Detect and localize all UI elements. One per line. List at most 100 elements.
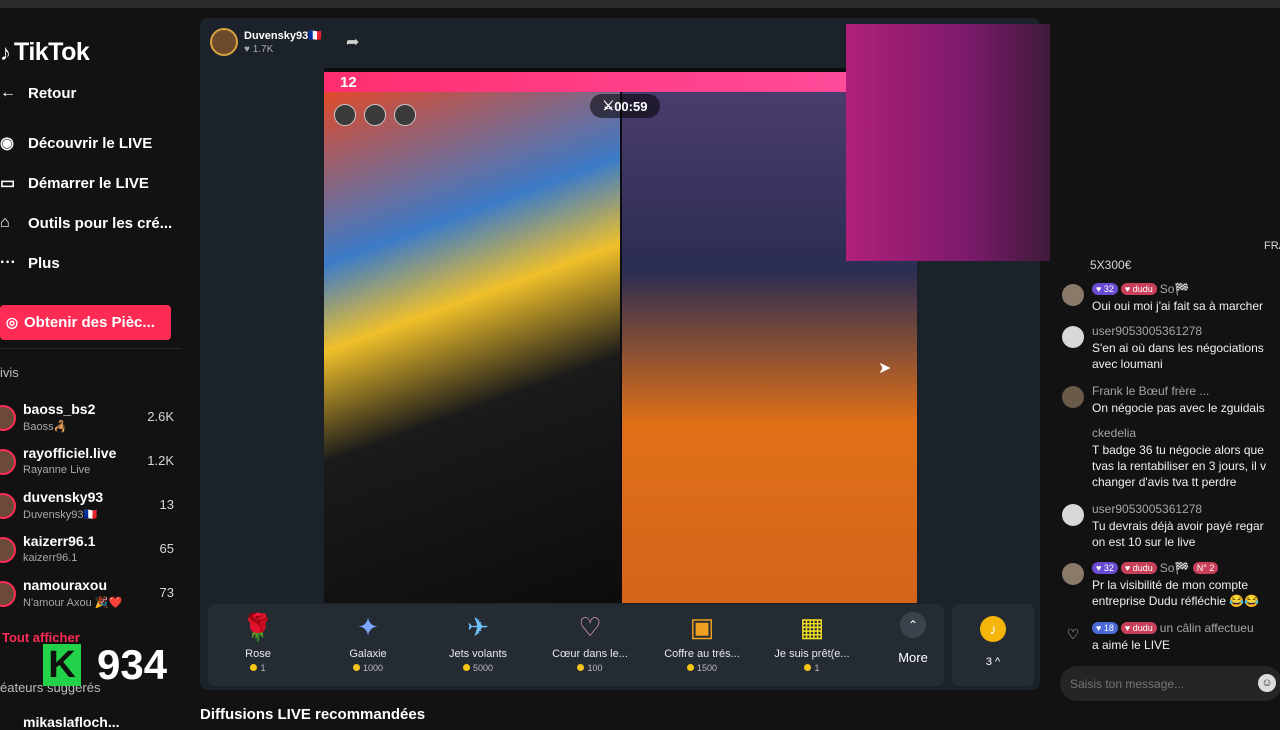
tiktok-note-icon: ♪ (0, 40, 11, 65)
fan-badge: ♥ dudu (1120, 562, 1157, 574)
nav-discover-live[interactable]: ◉ Découvrir le LIVE (0, 128, 190, 158)
chat-text: S'en ai où dans les négociations (1092, 341, 1264, 355)
host-avatar (210, 28, 238, 56)
creator-tools-icon: ⌂ (0, 214, 10, 231)
chat-text: T badge 36 tu négocie alors que (1092, 443, 1264, 457)
nav-start-live[interactable]: ▭ Démarrer le LIVE (0, 168, 190, 198)
heart-hands-icon: ♡ (578, 612, 602, 642)
live-video[interactable]: 12 ⚔ 00:59 (324, 68, 917, 603)
nav-back[interactable]: ← Retour (0, 78, 190, 108)
battle-score: 12 (340, 74, 357, 91)
avatar (1062, 504, 1084, 526)
gift-jets[interactable]: ✈ Jets volants 5000 (428, 612, 528, 682)
gift-rose[interactable]: 🌹 Rose 1 (208, 612, 308, 682)
emoji-icon[interactable]: ☺ (1258, 674, 1276, 692)
chat-username[interactable]: user9053005361278 (1092, 324, 1202, 338)
chat-text: On négocie pas avec le zguidais (1092, 401, 1265, 415)
chat-text: Tu devrais déjà avoir payé regar (1092, 519, 1264, 533)
coin-icon: ◎ (5, 314, 19, 330)
chat-partial-text: 5X300€ (1090, 258, 1132, 272)
avatar (0, 405, 16, 431)
share-icon[interactable]: ➦ (346, 32, 359, 52)
avatar (1062, 428, 1084, 450)
chat-text: avec loumani (1092, 357, 1163, 371)
divider (0, 348, 180, 349)
heart-icon: ♡ (1066, 626, 1080, 642)
following-item[interactable]: kaizerr96.1 kaizerr96.1 65 (0, 533, 180, 573)
coin-icon (804, 664, 812, 671)
gift-heart-hands[interactable]: ♡ Cœur dans le... 100 (540, 612, 640, 682)
chat-text: Pr la visibilité de mon compte (1092, 578, 1249, 592)
following-item[interactable]: rayofficiel.live Rayanne Live 1.2K (0, 445, 180, 485)
gift-treasure-chest[interactable]: ▣ Coffre au trés... 1500 (652, 612, 752, 682)
chat-username[interactable]: So🏁 (1160, 561, 1190, 575)
chevron-up-icon: ⌃ (900, 612, 926, 638)
gift-bar: 🌹 Rose 1 ✦ Galaxie 1000 ✈ Jets volants 5… (208, 604, 944, 686)
camera-icon: ▭ (0, 175, 16, 192)
coin-icon (462, 664, 470, 671)
more-dots-icon: ··· (0, 254, 16, 271)
following-item[interactable]: baoss_bs2 Baoss🦂 2.6K (0, 401, 180, 441)
coin-icon (577, 664, 585, 671)
battle-timer: ⚔ 00:59 (590, 94, 660, 118)
host-likes: ♥ 1.7K (244, 44, 274, 55)
chat-text: on est 10 sur le live (1092, 535, 1196, 549)
chat-text: Oui oui moi j'ai fait sa à marcher (1092, 299, 1264, 313)
chat-username[interactable]: un câlin affectueu (1160, 621, 1254, 635)
recommended-lives-title: Diffusions LIVE recommandées (200, 706, 426, 723)
treasure-chest-icon: ▣ (689, 612, 715, 642)
tiktok-logo[interactable]: ♪ TikTok (0, 38, 90, 67)
galaxy-icon: ✦ (357, 612, 379, 642)
nav-creator-tools[interactable]: ⌂ Outils pour les cré... (0, 208, 190, 238)
chat-username[interactable]: ckedelia (1092, 426, 1136, 440)
avatar (1062, 326, 1084, 348)
chat-username[interactable]: user9053005361278 (1092, 502, 1202, 516)
mouse-cursor-icon: ➤ (878, 360, 892, 377)
coin-icon (352, 664, 360, 671)
gift-galaxy[interactable]: ✦ Galaxie 1000 (318, 612, 418, 682)
back-arrow-icon: ← (0, 84, 16, 101)
jets-icon: ✈ (467, 612, 489, 642)
rank-avatar (394, 104, 416, 126)
level-badge: ♥ 18 (1092, 622, 1118, 634)
level-badge: ♥ 32 (1092, 283, 1118, 295)
fan-badge: ♥ dudu (1120, 622, 1157, 634)
coin-balance[interactable]: ♪ 3 ^ (952, 604, 1034, 686)
chat-text: a aimé le LIVE (1092, 638, 1171, 652)
coin-icon (686, 664, 694, 671)
host-name: Duvensky93🇫🇷 (244, 30, 322, 42)
chat-username[interactable]: So🏁 (1160, 282, 1190, 296)
sponge-icon: ▦ (799, 612, 825, 642)
browser-top-strip (0, 0, 1280, 8)
live-chat: 5X300€ FRA ♥ 32♥ duduSo🏁 Oui oui moi j'a… (1050, 24, 1280, 720)
avatar (0, 493, 16, 519)
avatar (0, 537, 16, 563)
host-info[interactable]: Duvensky93🇫🇷 ♥ 1.7K (210, 28, 322, 56)
avatar (1062, 563, 1084, 585)
following-item[interactable]: namouraxou N'amour Axou 🎉❤️ 73 (0, 577, 180, 617)
avatar (1062, 386, 1084, 408)
chat-partial-text: FRA (1264, 240, 1280, 252)
battle-left-stream (324, 92, 620, 603)
chat-text: tvas la rentabiliser en 3 jours, il v (1092, 459, 1267, 473)
more-gifts-button[interactable]: ⌃ More (888, 612, 938, 665)
rank-avatar (334, 104, 356, 126)
see-all-link[interactable]: Tout afficher (2, 630, 80, 645)
avatar (0, 449, 16, 475)
gift-ready[interactable]: ▦ Je suis prêt(e... 1 (762, 612, 862, 682)
battle-score-bar: 12 (324, 72, 917, 92)
rank-avatar (364, 104, 386, 126)
battle-icon: ⚔ (602, 98, 615, 113)
chat-username[interactable]: Frank le Bœuf frère ... (1092, 384, 1209, 398)
nav-more[interactable]: ··· Plus (0, 248, 190, 278)
coin-icon (250, 664, 258, 671)
fan-badge: ♥ dudu (1120, 283, 1157, 295)
following-item[interactable]: duvensky93 Duvensky93🇫🇷 13 (0, 489, 180, 529)
tiktok-coin-icon: ♪ (980, 616, 1006, 642)
suggested-user-name[interactable]: mikaslafloch... (23, 714, 119, 730)
avatar (1062, 284, 1084, 306)
chat-message-input[interactable] (1060, 666, 1280, 701)
get-coins-button[interactable]: ◎ Obtenir des Pièc... (0, 305, 171, 340)
sidebar: ♪ TikTok ← Retour ◉ Découvrir le LIVE ▭ Déma… (0, 8, 190, 730)
level-badge: ♥ 32 (1092, 562, 1118, 574)
